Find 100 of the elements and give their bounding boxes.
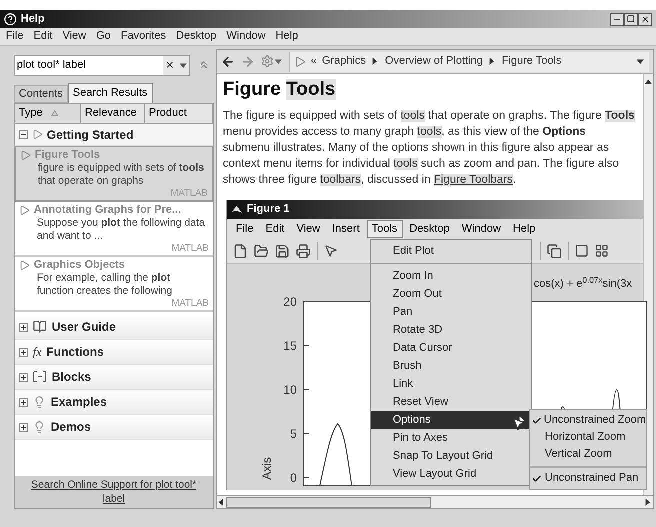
menu-item[interactable]: Link — [371, 375, 531, 393]
menu-item[interactable]: Unconstrained Pan — [530, 470, 646, 487]
expand-icon[interactable] — [19, 398, 28, 406]
grid-icon[interactable] — [595, 244, 609, 258]
breadcrumb-link[interactable]: Figure Tools — [502, 53, 562, 70]
result-item[interactable]: Annotating Graphs for Pre... Suppose you plot the following data and want to ... MATLAB — [15, 202, 213, 257]
menu-item[interactable]: Zoom Out — [371, 285, 531, 303]
page-heading: Figure Tools — [223, 78, 337, 102]
menu-item[interactable]: View Layout Grid — [371, 465, 531, 483]
new-file-icon[interactable] — [233, 244, 248, 258]
page-arrow-icon — [294, 56, 306, 68]
menu-item[interactable]: Help — [276, 28, 298, 45]
menu-item[interactable]: Snap To Layout Grid — [371, 447, 531, 465]
column-label: Relevance — [85, 106, 137, 122]
product-label: MATLAB — [172, 298, 209, 309]
figure-menu-item[interactable]: Edit — [260, 220, 290, 238]
figure-menu-item[interactable]: File — [231, 220, 259, 238]
collapse-icon[interactable] — [19, 130, 28, 139]
menu-item[interactable]: Unconstrained Zoom — [530, 412, 646, 429]
menu-item[interactable]: Rotate 3D — [371, 321, 531, 339]
breadcrumb-overflow[interactable]: « — [311, 53, 318, 70]
tab[interactable]: Search Results — [68, 83, 153, 103]
minimize-button[interactable] — [610, 12, 624, 26]
menu-item[interactable]: Edit — [34, 28, 53, 45]
figure-menu-item[interactable]: Desktop — [404, 220, 455, 238]
y-axis-label: Axis — [260, 457, 274, 480]
save-icon[interactable] — [275, 244, 290, 258]
settings-icon[interactable] — [261, 55, 274, 68]
column-header[interactable]: Type — [15, 104, 81, 123]
result-title: Annotating Graphs for Pre... — [34, 203, 182, 217]
pointer-icon[interactable] — [324, 244, 338, 258]
lightbulb-icon — [33, 396, 46, 408]
result-item[interactable]: Figure Tools figure is equipped with sets of tools that operate on graphs MATLAB — [15, 146, 213, 202]
figure-logo-icon — [231, 204, 243, 216]
breadcrumb-link[interactable]: Overview of Plotting — [385, 53, 483, 70]
panel-icon[interactable] — [575, 244, 589, 258]
menu-item[interactable]: Vertical Zoom — [530, 446, 646, 463]
expand-icon[interactable] — [19, 422, 28, 432]
figure-menu-item[interactable]: Insert — [327, 220, 365, 238]
scroll-left-icon — [217, 498, 226, 506]
figure-title: Figure 1 — [247, 202, 290, 218]
block-icon — [33, 371, 47, 383]
column-header[interactable]: Relevance — [81, 104, 145, 123]
scroll-up-icon — [644, 78, 653, 87]
category-label: User Guide — [52, 319, 116, 336]
search-match-highlight: tools — [394, 158, 418, 170]
menu-item[interactable]: Horizontal Zoom — [530, 429, 646, 446]
menu-item[interactable]: Pan — [371, 303, 531, 321]
folder-icon[interactable] — [254, 244, 269, 258]
expand-icon[interactable] — [19, 322, 28, 332]
result-snippet: Suppose you plot the following data and want to ... — [36, 217, 206, 243]
result-item[interactable]: Graphics Objects For example, calling the plot function creates the following MATLAB — [15, 257, 213, 312]
menu-item[interactable]: Go — [96, 28, 112, 45]
page-arrow-icon — [20, 150, 31, 160]
column-header[interactable]: Product — [145, 104, 213, 123]
result-snippet: figure is equipped with sets of tools that operate on graphs — [37, 162, 206, 188]
scrollbar-thumb[interactable] — [226, 496, 431, 508]
menu-item[interactable]: Favorites — [121, 28, 166, 45]
category-label: Blocks — [52, 369, 92, 386]
lightbulb-icon — [33, 420, 46, 434]
menu-item[interactable]: Options — [371, 411, 531, 429]
menu-item[interactable]: Window — [226, 28, 266, 45]
column-label: Type — [19, 106, 43, 122]
back-icon[interactable] — [221, 54, 235, 68]
menu-item[interactable]: Desktop — [176, 28, 217, 45]
menu-item[interactable]: View — [62, 28, 86, 45]
figure-menu-item[interactable]: Tools — [366, 220, 403, 238]
tab[interactable]: Contents — [14, 85, 68, 103]
figure-toolbars-link[interactable]: Figure Toolbars — [434, 174, 514, 186]
menu-item[interactable]: Zoom In — [371, 267, 531, 285]
figure-menu-item[interactable]: Window — [456, 220, 506, 238]
menu-item[interactable]: Reset View — [371, 393, 531, 411]
search-match-highlight: Tools — [605, 110, 635, 122]
close-icon — [640, 14, 650, 24]
printer-icon[interactable] — [296, 244, 311, 258]
breadcrumb-link[interactable]: Graphics — [322, 53, 366, 70]
function-icon: fx — [33, 343, 42, 361]
menu-item[interactable]: Pin to Axes — [371, 429, 531, 447]
search-match-highlight: tools — [400, 110, 426, 122]
expand-icon[interactable] — [19, 348, 28, 356]
maximize-button[interactable] — [624, 12, 638, 26]
maximize-icon — [627, 15, 635, 23]
result-snippet: For example, calling the plot function creates the following — [36, 272, 174, 298]
close-button[interactable] — [638, 12, 652, 26]
menu-item[interactable]: Data Cursor — [371, 339, 531, 357]
category-label: Functions — [46, 344, 104, 361]
scroll-right-icon — [644, 498, 653, 506]
breadcrumb-separator-icon — [488, 57, 497, 66]
horizontal-scrollbar[interactable] — [217, 495, 653, 508]
expand-icon[interactable] — [19, 372, 28, 382]
page-arrow-icon — [19, 260, 30, 270]
search-match-highlight: tools — [417, 126, 442, 138]
sort-icon — [50, 110, 59, 117]
y-tick-label: 5 — [290, 427, 297, 441]
menu-item[interactable]: Brush — [371, 357, 531, 375]
figure-menu-item[interactable]: Help — [508, 220, 541, 238]
figure-menu-item[interactable]: View — [292, 220, 326, 238]
copy-icon[interactable] — [547, 244, 562, 258]
menu-item[interactable]: File — [6, 28, 24, 45]
search-match-highlight: Tools — [286, 79, 336, 100]
